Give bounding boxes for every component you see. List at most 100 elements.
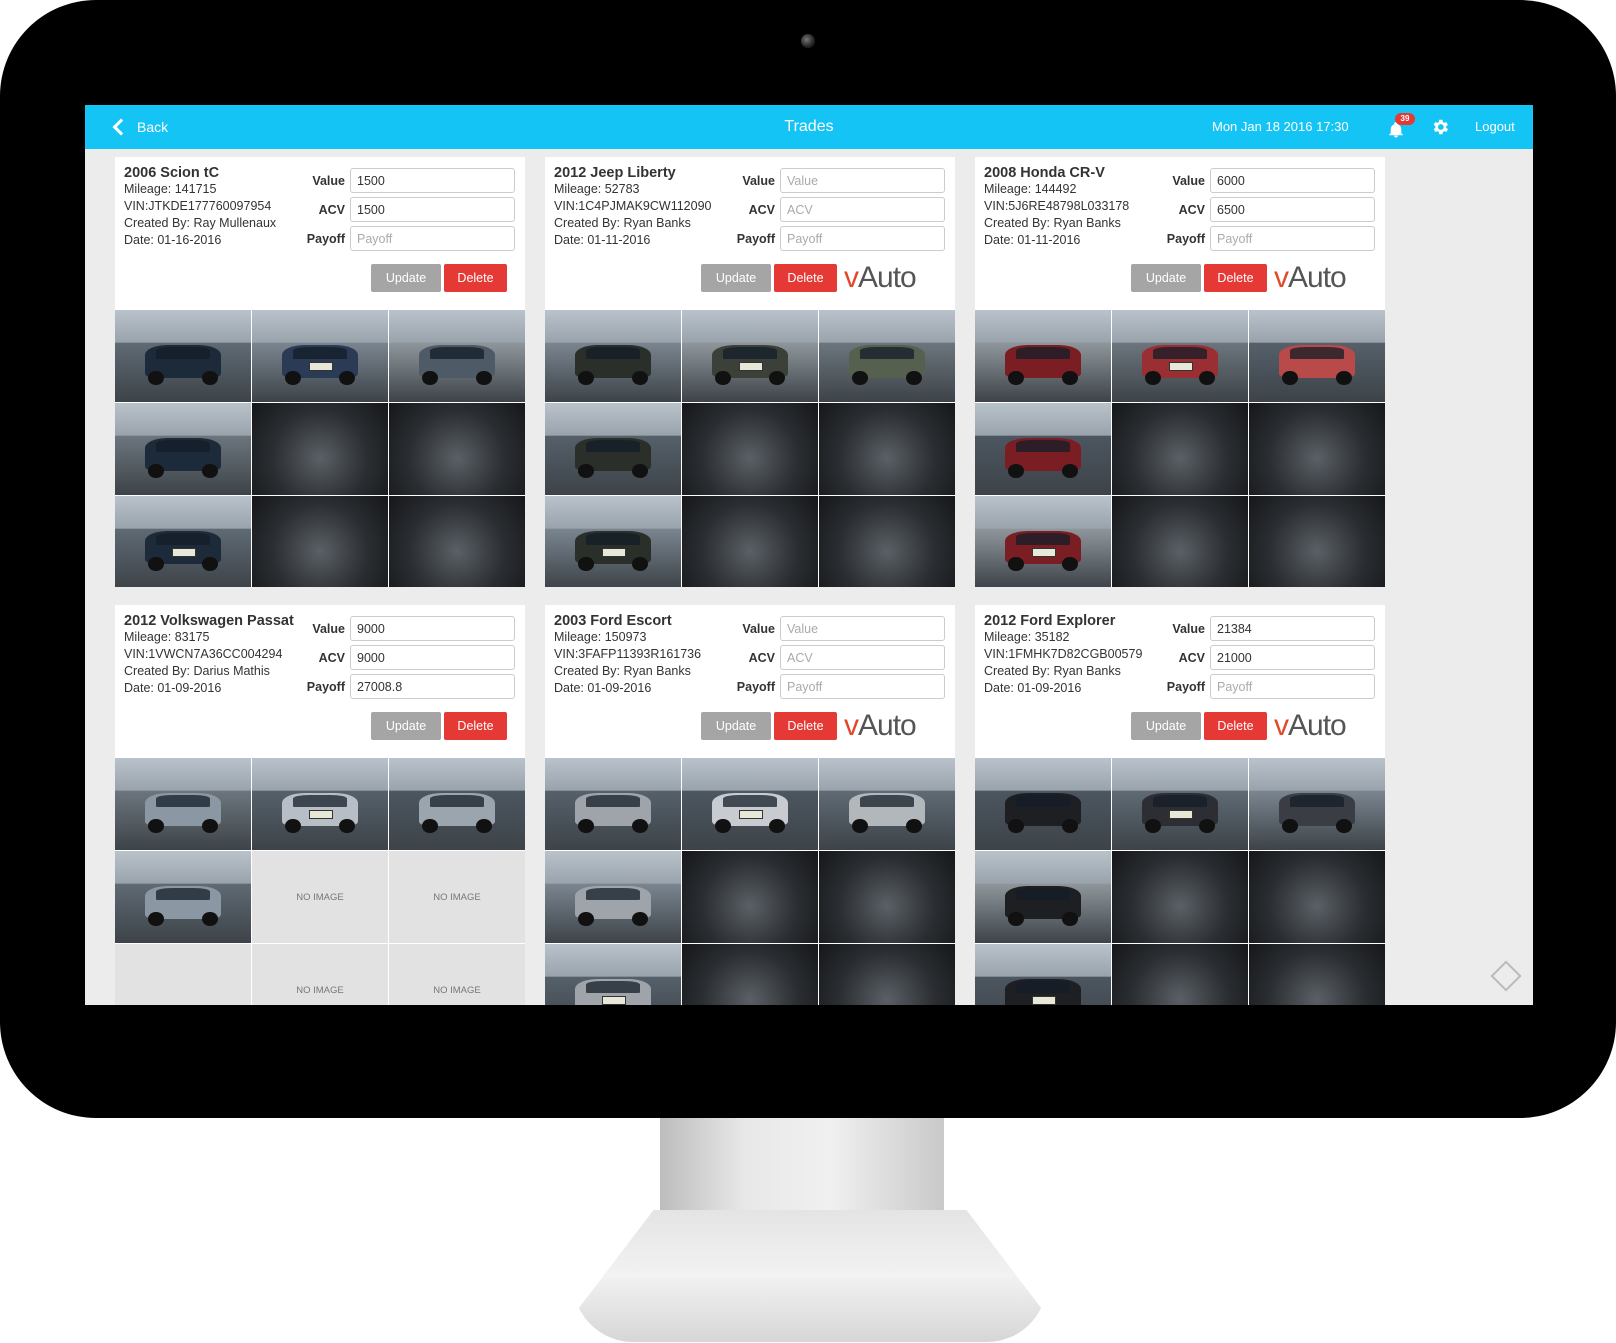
acv-input[interactable] — [1210, 197, 1375, 222]
vehicle-photo[interactable] — [115, 496, 251, 587]
wheel — [1007, 556, 1024, 572]
vehicle-photo[interactable] — [682, 851, 818, 943]
delete-button[interactable]: Delete — [1204, 264, 1267, 292]
delete-button[interactable]: Delete — [774, 712, 837, 740]
vehicle-photo[interactable] — [115, 851, 251, 943]
vehicle-photo[interactable] — [545, 310, 681, 402]
car-window — [155, 439, 211, 452]
vehicle-photo[interactable] — [819, 944, 955, 1005]
payoff-input[interactable] — [350, 674, 515, 699]
vehicle-photo[interactable] — [975, 944, 1111, 1005]
notifications-button[interactable]: 39 — [1385, 113, 1415, 141]
photo-grid — [975, 310, 1385, 587]
update-button[interactable]: Update — [1131, 712, 1201, 740]
back-button[interactable]: Back — [112, 105, 168, 149]
vehicle-photo[interactable] — [682, 944, 818, 1005]
payoff-input[interactable] — [780, 226, 945, 251]
vehicle-photo[interactable] — [545, 944, 681, 1005]
gear-icon[interactable] — [1430, 117, 1450, 137]
vehicle-photo[interactable] — [545, 758, 681, 850]
value-label: Value — [1172, 173, 1205, 188]
value-input[interactable] — [350, 168, 515, 193]
vehicle-photo[interactable] — [1249, 758, 1385, 850]
payoff-input[interactable] — [1210, 674, 1375, 699]
vehicle-photo[interactable] — [545, 403, 681, 495]
vehicle-photo[interactable] — [1112, 403, 1248, 495]
car-window — [1015, 794, 1071, 807]
car-window — [155, 346, 211, 359]
acv-input[interactable] — [350, 645, 515, 670]
vauto-logo-link[interactable]: vAuto — [844, 711, 917, 741]
acv-input[interactable] — [350, 197, 515, 222]
vehicle-photo[interactable] — [819, 758, 955, 850]
vehicle-photo[interactable] — [1249, 496, 1385, 587]
vehicle-photo[interactable] — [115, 310, 251, 402]
value-row: Value — [1155, 614, 1375, 643]
payoff-input[interactable] — [1210, 226, 1375, 251]
vehicle-photo[interactable] — [975, 496, 1111, 587]
vehicle-photo[interactable] — [115, 403, 251, 495]
vehicle-photo[interactable] — [1112, 496, 1248, 587]
vehicle-photo[interactable] — [819, 403, 955, 495]
value-input[interactable] — [780, 616, 945, 641]
vehicle-photo[interactable] — [1112, 944, 1248, 1005]
vehicle-photo[interactable] — [682, 310, 818, 402]
vauto-logo-v: v — [1274, 261, 1289, 294]
vehicle-photo[interactable] — [682, 403, 818, 495]
vehicle-photo[interactable] — [975, 403, 1111, 495]
vehicle-photo[interactable] — [1249, 310, 1385, 402]
vehicle-photo[interactable] — [1112, 758, 1248, 850]
vehicle-photo[interactable] — [252, 310, 388, 402]
delete-button[interactable]: Delete — [1204, 712, 1267, 740]
delete-button[interactable]: Delete — [444, 264, 507, 292]
vehicle-date: Date: 01-11-2016 — [984, 233, 1081, 247]
wheel — [147, 818, 164, 834]
vehicle-photo[interactable] — [545, 851, 681, 943]
vehicle-photo[interactable] — [682, 496, 818, 587]
vauto-logo-link[interactable]: vAuto — [1274, 261, 1347, 294]
value-input[interactable] — [780, 168, 945, 193]
vehicle-photo[interactable] — [682, 758, 818, 850]
payoff-input[interactable] — [780, 674, 945, 699]
value-input[interactable] — [1210, 168, 1375, 193]
logout-button[interactable]: Logout — [1475, 105, 1515, 149]
delete-button[interactable]: Delete — [774, 264, 837, 292]
update-button[interactable]: Update — [371, 712, 441, 740]
acv-input[interactable] — [780, 645, 945, 670]
delete-button[interactable]: Delete — [444, 712, 507, 740]
vehicle-photo[interactable] — [975, 310, 1111, 402]
value-input[interactable] — [1210, 616, 1375, 641]
update-button[interactable]: Update — [701, 264, 771, 292]
vehicle-photo[interactable] — [115, 758, 251, 850]
value-input[interactable] — [350, 616, 515, 641]
vauto-logo-link[interactable]: vAuto — [1274, 711, 1347, 741]
vehicle-photo[interactable] — [975, 758, 1111, 850]
vehicle-photo[interactable] — [1112, 851, 1248, 943]
vehicle-photo[interactable] — [975, 851, 1111, 943]
payoff-input[interactable] — [350, 226, 515, 251]
vehicle-photo[interactable] — [1112, 310, 1248, 402]
vehicle-photo[interactable] — [819, 310, 955, 402]
vehicle-photo[interactable] — [389, 310, 525, 402]
vehicle-photo[interactable] — [1249, 851, 1385, 943]
update-button[interactable]: Update — [1131, 264, 1201, 292]
vehicle-title: 2003 Ford Escort — [554, 613, 672, 629]
vehicle-photo[interactable] — [1249, 403, 1385, 495]
vauto-logo-link[interactable]: vAuto — [844, 263, 917, 293]
vehicle-photo[interactable] — [545, 496, 681, 587]
vehicle-photo[interactable] — [819, 496, 955, 587]
vehicle-photo[interactable] — [389, 758, 525, 850]
vehicle-photo[interactable] — [252, 496, 388, 587]
acv-input[interactable] — [1210, 645, 1375, 670]
acv-input[interactable] — [780, 197, 945, 222]
vehicle-photo[interactable] — [1249, 944, 1385, 1005]
update-button[interactable]: Update — [371, 264, 441, 292]
vehicle-photo[interactable] — [389, 496, 525, 587]
vehicle-photo[interactable] — [819, 851, 955, 943]
vehicle-photo[interactable] — [252, 758, 388, 850]
card-actions: Update Delete vAuto — [701, 263, 917, 293]
vehicle-photo[interactable] — [389, 403, 525, 495]
update-button[interactable]: Update — [701, 712, 771, 740]
car-window — [155, 532, 211, 545]
vehicle-photo[interactable] — [252, 403, 388, 495]
